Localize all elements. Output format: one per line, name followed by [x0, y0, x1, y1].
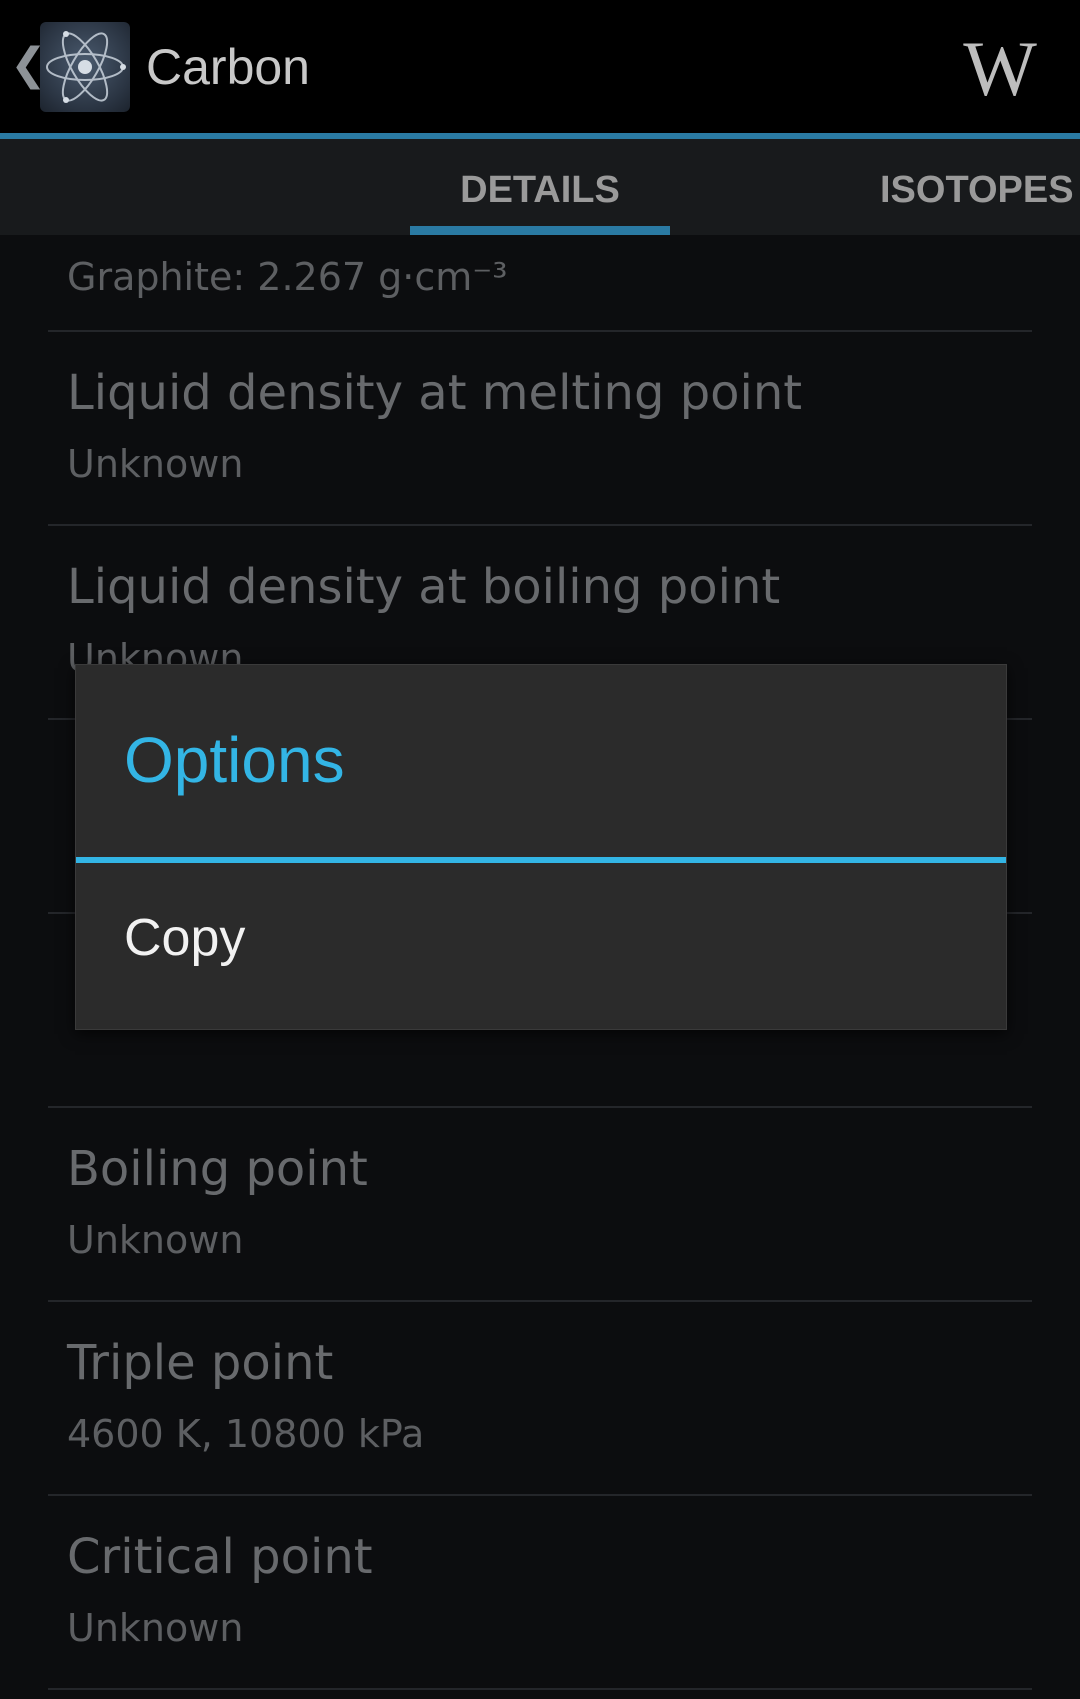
dialog-title: Options	[124, 724, 345, 796]
property-value: Graphite: 2.267 g·cm⁻³	[67, 255, 508, 299]
property-value: Unknown	[67, 1606, 244, 1650]
property-label: Boiling point	[67, 1141, 368, 1197]
list-item[interactable]: Boiling point Unknown	[48, 1108, 1032, 1302]
property-value: 4600 K, 10800 kPa	[67, 1412, 425, 1456]
tab-details[interactable]: DETAILS	[410, 139, 670, 235]
property-label: Liquid density at boiling point	[67, 559, 781, 615]
list-item[interactable]: Critical point Unknown	[48, 1496, 1032, 1690]
property-label: Liquid density at melting point	[67, 365, 803, 421]
copy-menu-item-label: Copy	[124, 909, 246, 967]
property-value: Unknown	[67, 442, 244, 486]
list-item[interactable]: Triple point 4600 K, 10800 kPa	[48, 1302, 1032, 1496]
list-item[interactable]: Liquid density at melting point Unknown	[48, 332, 1032, 526]
tab-bar: DETAILS ISOTOPES	[0, 139, 1080, 235]
property-label: Triple point	[67, 1335, 334, 1391]
action-bar: ❮ Carbon W	[0, 0, 1080, 139]
atom-icon[interactable]	[40, 22, 130, 112]
tab-isotopes[interactable]: ISOTOPES	[880, 139, 1080, 235]
property-value: Unknown	[67, 1218, 244, 1262]
options-dialog: Options Copy	[75, 664, 1007, 1030]
app-title: Carbon	[146, 39, 310, 95]
up-navigation-icon[interactable]: ❮	[10, 40, 47, 90]
copy-menu-item[interactable]: Copy	[76, 863, 1006, 1029]
tab-selected-indicator	[410, 226, 670, 235]
list-item[interactable]: Graphite: 2.267 g·cm⁻³	[48, 235, 1032, 332]
wikipedia-icon[interactable]: W	[955, 24, 1045, 114]
property-label: Critical point	[67, 1529, 373, 1585]
